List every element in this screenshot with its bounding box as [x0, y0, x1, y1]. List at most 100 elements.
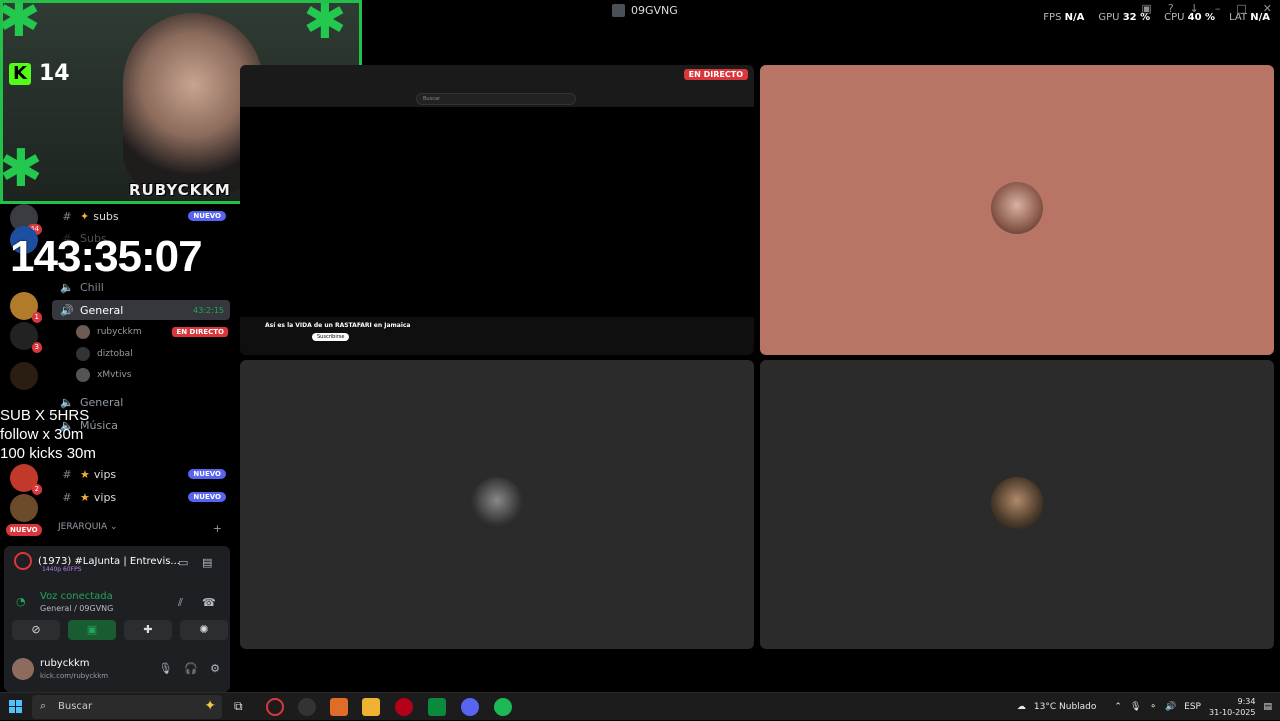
leaf-icon: ✱	[0, 0, 41, 49]
live-badge: EN DIRECTO	[683, 69, 748, 80]
voice-status: Voz conectada	[40, 591, 113, 602]
help-icon[interactable]: ?	[1168, 2, 1174, 15]
category-jerarquia[interactable]: JERARQUIA ⌄	[58, 522, 118, 532]
voice-panel: (1973) #LaJunta | Entrevis... 1440p 60FP…	[4, 546, 230, 692]
goals-list: SUB X 5HRS follow x 30m 100 kicks 30m	[0, 407, 96, 462]
avatar	[76, 325, 90, 339]
add-channel-icon[interactable]: +	[213, 522, 222, 535]
channel-vips-2[interactable]: # ★ vips NUEVO	[52, 487, 230, 507]
inbox-icon[interactable]: ▣	[1141, 2, 1151, 15]
avatar	[991, 477, 1043, 529]
store-icon[interactable]	[428, 698, 446, 716]
minimize-icon[interactable]: –	[1215, 2, 1221, 15]
server-icon-4[interactable]: 3	[10, 322, 42, 353]
stop-stream-icon[interactable]: ▤	[202, 556, 212, 569]
username: rubyckkm	[40, 658, 90, 669]
server-icon-6[interactable]: 2	[10, 464, 42, 495]
user-status: kick.com/rubyckkm	[40, 672, 109, 680]
cam-name: RUBYCKKM	[129, 181, 231, 199]
speaker-icon[interactable]: 🔊	[1165, 702, 1176, 712]
clock[interactable]: 9:34 31-10-2025	[1209, 696, 1256, 718]
taskbar-search[interactable]: ⌕ Buscar ✦	[32, 695, 222, 719]
new-server-badge: NUEVO	[6, 524, 42, 536]
opera-gx-icon[interactable]	[266, 698, 284, 716]
stream-icon	[14, 552, 32, 570]
window-title: 09GVNG	[612, 4, 678, 17]
live-badge: EN DIRECTO	[172, 327, 228, 337]
title-bar: 09GVNG FPS N/A GPU 32 % CPU 40 % LAT N/A…	[362, 0, 1280, 24]
download-icon[interactable]: ↓	[1190, 2, 1199, 15]
video-title: Así es la VIDA de un RASTAFARI en Jamaic…	[265, 322, 411, 329]
activities-button[interactable]: ✚	[124, 620, 172, 640]
app-icon[interactable]	[330, 698, 348, 716]
headphones-icon[interactable]: 🎧	[184, 662, 198, 675]
stream-row[interactable]: (1973) #LaJunta | Entrevis...	[14, 552, 180, 570]
chevron-up-icon[interactable]: ⌃	[1114, 702, 1122, 712]
disconnect-icon[interactable]: ☎	[202, 596, 216, 609]
soundboard-icon: ✺	[199, 623, 209, 636]
weather[interactable]: 13°C Nublado	[1034, 702, 1096, 712]
language[interactable]: ESP	[1184, 702, 1201, 712]
participant-tile[interactable]	[240, 360, 754, 649]
wifi-icon[interactable]: ⚬	[1149, 702, 1157, 712]
voice-user-row[interactable]: rubyckkm	[76, 323, 142, 341]
avatar	[471, 477, 523, 529]
obs-icon[interactable]	[298, 698, 316, 716]
screenshare-tile[interactable]: Buscar EN DIRECTO Así es la VIDA de un R…	[240, 65, 754, 355]
server-icon-3[interactable]: 1	[10, 292, 42, 323]
file-explorer-icon[interactable]	[362, 698, 380, 716]
channel-subs[interactable]: # ✦ subs NUEVO	[52, 206, 230, 226]
task-view-icon[interactable]: ⧉	[234, 699, 243, 714]
voice-user-row[interactable]: xMvtivs	[76, 366, 131, 384]
search-highlight-icon: ✦	[204, 698, 216, 714]
discord-window: 09GVNG FPS N/A GPU 32 % CPU 40 % LAT N/A…	[0, 0, 1280, 692]
microphone-icon[interactable]: 🎙	[158, 662, 172, 675]
voice-channel-link[interactable]: General / 09GVNG	[40, 604, 113, 613]
avatar	[76, 368, 90, 382]
sparkle-icon: ✦	[80, 209, 90, 223]
channel-general-active[interactable]: 🔊 General 43:2:15	[52, 300, 230, 320]
soundboard-button[interactable]: ✺	[180, 620, 228, 640]
subathon-timer: 143:35:07	[10, 232, 203, 281]
speaker-icon: 🔈	[60, 280, 74, 294]
kick-counter: K 14	[9, 61, 70, 86]
channel-vips[interactable]: # ★ vips NUEVO	[52, 464, 230, 484]
avatar	[76, 347, 90, 361]
app-icon[interactable]	[395, 698, 413, 716]
server-icon	[612, 4, 625, 17]
participant-tile[interactable]	[760, 360, 1274, 649]
discord-icon[interactable]	[461, 698, 479, 716]
star-icon: ★	[80, 467, 90, 481]
hash-icon: #	[62, 467, 72, 481]
speaker-icon: 🔊	[60, 303, 74, 317]
camera-button[interactable]: ⊘	[12, 620, 60, 640]
microphone-icon[interactable]: 🎙	[1130, 702, 1141, 712]
signal-icon[interactable]: ◔	[16, 595, 26, 608]
maximize-icon[interactable]: □	[1236, 2, 1246, 15]
cloud-icon: ☁	[1016, 702, 1026, 712]
voice-actions: ⊘ ▣ ✚ ✺	[12, 620, 228, 640]
noise-suppression-icon[interactable]: ⫽	[178, 596, 183, 610]
avatar[interactable]	[12, 658, 34, 680]
hash-icon: #	[62, 490, 72, 504]
voice-user-row[interactable]: diztobal	[76, 345, 133, 363]
screen-share-icon: ▣	[86, 623, 98, 636]
server-icon-7[interactable]	[10, 494, 38, 522]
participant-tile[interactable]	[760, 65, 1274, 355]
screenshare-button[interactable]: ▣	[68, 620, 116, 640]
windows-start-icon[interactable]	[9, 700, 22, 713]
user-bar: rubyckkm kick.com/rubyckkm 🎙 🎧 ⚙	[4, 654, 230, 692]
video-player	[240, 107, 754, 317]
gear-icon[interactable]: ⚙	[210, 662, 220, 675]
screen-icon[interactable]: ▭	[178, 556, 188, 569]
stream-quality: 1440p 60FPS	[42, 566, 82, 573]
chevron-down-icon: ⌄	[110, 522, 118, 532]
close-icon[interactable]: ✕	[1263, 2, 1272, 15]
search-icon: ⌕	[40, 699, 47, 712]
spotify-icon[interactable]	[494, 698, 512, 716]
notifications-icon[interactable]: ▤	[1263, 702, 1272, 712]
subscribe-button: Suscribirse	[312, 333, 350, 341]
server-icon-5[interactable]	[10, 362, 38, 390]
kick-logo-icon: K	[9, 62, 31, 85]
activities-icon: ✚	[143, 623, 153, 636]
